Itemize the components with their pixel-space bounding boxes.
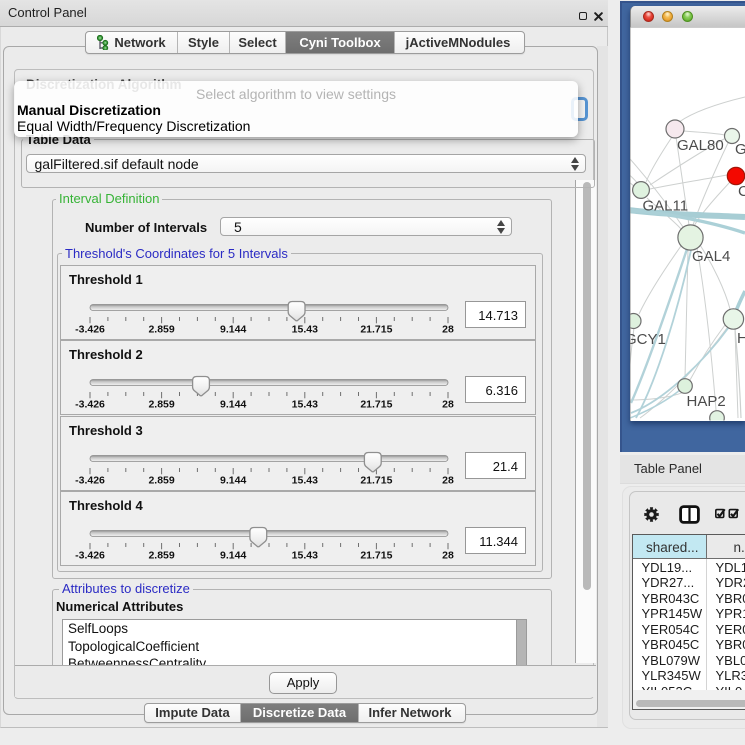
svg-text:GCY1: GCY1 (625, 331, 666, 348)
svg-text:15.43: 15.43 (292, 399, 318, 411)
svg-text:28: 28 (442, 550, 454, 562)
svg-text:2.859: 2.859 (148, 324, 174, 336)
svg-text:-3.426: -3.426 (75, 324, 105, 336)
svg-text:28: 28 (442, 399, 454, 411)
svg-text:2.859: 2.859 (148, 399, 174, 411)
svg-text:28: 28 (442, 474, 454, 486)
svg-text:15.43: 15.43 (292, 550, 318, 562)
svg-text:GAL4: GAL4 (692, 248, 730, 265)
svg-text:GAL11: GAL11 (643, 198, 689, 215)
svg-text:HAP2: HAP2 (687, 393, 726, 410)
svg-text:15.43: 15.43 (292, 324, 318, 336)
svg-text:15.43: 15.43 (292, 474, 318, 486)
svg-text:CYC8: CYC8 (738, 183, 745, 200)
svg-text:9.144: 9.144 (220, 474, 246, 486)
svg-text:9.144: 9.144 (220, 550, 246, 562)
svg-text:-3.426: -3.426 (75, 399, 105, 411)
svg-text:9.144: 9.144 (220, 324, 246, 336)
svg-text:2.859: 2.859 (148, 550, 174, 562)
svg-text:HIS4: HIS4 (737, 330, 745, 347)
svg-text:28: 28 (442, 324, 454, 336)
svg-text:9.144: 9.144 (220, 399, 246, 411)
svg-text:21.715: 21.715 (360, 550, 392, 562)
svg-text:21.715: 21.715 (360, 324, 392, 336)
svg-text:21.715: 21.715 (360, 474, 392, 486)
svg-text:-3.426: -3.426 (75, 474, 105, 486)
svg-text:GAL3: GAL3 (735, 141, 745, 158)
svg-text:-3.426: -3.426 (75, 550, 105, 562)
svg-text:21.715: 21.715 (360, 399, 392, 411)
svg-text:2.859: 2.859 (148, 474, 174, 486)
svg-text:GAL80: GAL80 (677, 137, 724, 154)
